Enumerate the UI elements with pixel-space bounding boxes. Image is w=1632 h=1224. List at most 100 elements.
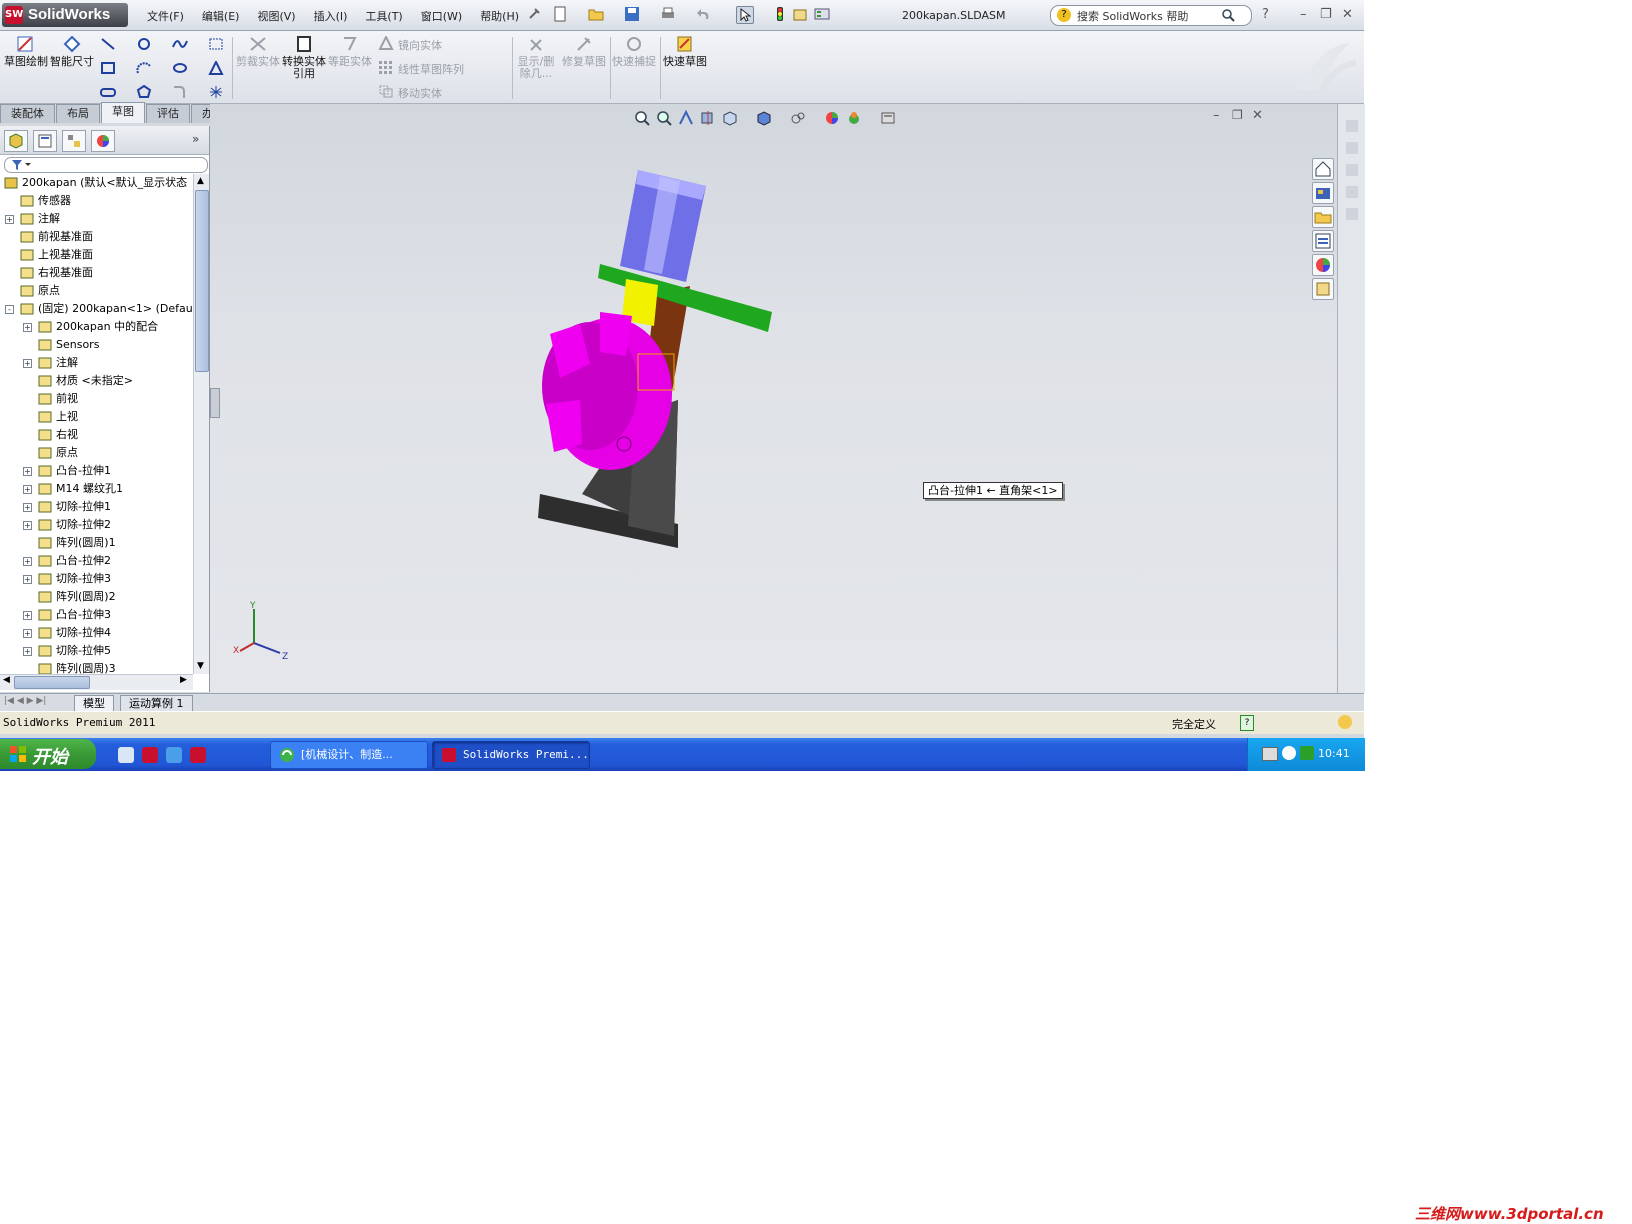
view-settings-icon[interactable] [880, 110, 896, 126]
tree-item[interactable]: + 切除-拉伸2 [0, 516, 193, 534]
trim-entities-button[interactable]: 剪裁实体 [236, 34, 280, 68]
search-icon[interactable] [1221, 8, 1235, 22]
expand-icon[interactable]: + [23, 503, 32, 512]
slot-icon[interactable] [100, 85, 116, 99]
restore-icon[interactable]: ❐ [1320, 7, 1332, 22]
hide-show-items-icon[interactable] [790, 110, 806, 126]
offset-entities-button[interactable]: 等距实体 [328, 34, 372, 68]
mirror-icon[interactable] [378, 34, 394, 50]
tab-motion-study[interactable]: 运动算例 1 [120, 695, 193, 712]
menu-help[interactable]: 帮助(H) [471, 8, 528, 24]
taskbar-item-solidworks[interactable]: SolidWorks Premi... [432, 741, 590, 769]
quick-snaps-button[interactable]: 快速捕捉 [612, 34, 656, 68]
tree-item[interactable]: + 切除-拉伸3 [0, 570, 193, 588]
tree-item[interactable]: + 凸台-拉伸2 [0, 552, 193, 570]
circle-icon[interactable] [136, 37, 152, 51]
pin-icon[interactable] [526, 6, 542, 22]
solidworks-quicklaunch-icon[interactable] [142, 747, 158, 763]
chuck-jaw-2[interactable] [546, 400, 582, 452]
help-search-box[interactable]: ? [1050, 5, 1252, 26]
tab-layout[interactable]: 布局 [56, 104, 100, 123]
tree-item[interactable]: 上视 [0, 408, 193, 426]
sketch-button[interactable]: 草图绘制 [4, 34, 48, 68]
tree-item[interactable]: 阵列(圆周)3 [0, 660, 193, 674]
new-document-icon[interactable] [552, 6, 568, 22]
tree-item[interactable]: 右视 [0, 426, 193, 444]
section-view-icon[interactable] [700, 110, 716, 126]
rebuild-traffic-light-icon[interactable] [772, 6, 788, 22]
tree-item[interactable]: Sensors [0, 336, 193, 354]
scroll-right-icon[interactable]: ▶ [180, 675, 187, 685]
help-menu-icon[interactable]: ? [1262, 7, 1269, 22]
tree-item[interactable]: + 切除-拉伸1 [0, 498, 193, 516]
tree-item[interactable]: + M14 螺纹孔1 [0, 480, 193, 498]
assembly-model[interactable] [510, 164, 810, 564]
menu-edit[interactable]: 编辑(E) [193, 8, 249, 24]
tree-item[interactable]: - (固定) 200kapan<1> (Defau [0, 300, 193, 318]
minimize-icon[interactable]: – [1300, 7, 1307, 22]
scroll-down-icon[interactable]: ▼ [197, 661, 204, 671]
tree-item[interactable]: 上视基准面 [0, 246, 193, 264]
tree-item[interactable]: + 凸台-拉伸3 [0, 606, 193, 624]
graphics-area[interactable]: – ❐ ✕ 凸台-拉伸1 ← 直角架<1> Y Z X [210, 104, 1337, 693]
expand-icon[interactable]: + [23, 575, 32, 584]
expand-icon[interactable]: + [23, 485, 32, 494]
expand-panel-icon[interactable]: » [192, 132, 199, 146]
display-delete-relations-button[interactable]: 显示/删除几... [514, 34, 558, 80]
solidworks-explorer-icon[interactable] [190, 747, 206, 763]
tree-item[interactable]: + 凸台-拉伸1 [0, 462, 193, 480]
scroll-thumb[interactable] [195, 190, 209, 372]
design-library-icon[interactable] [1312, 182, 1334, 204]
property-manager-tab-icon[interactable] [33, 130, 57, 152]
menu-tools[interactable]: 工具(T) [356, 8, 411, 24]
tab-sketch[interactable]: 草图 [101, 102, 145, 123]
tree-item[interactable]: + 切除-拉伸4 [0, 624, 193, 642]
linear-pattern-icon[interactable] [378, 60, 394, 74]
start-button[interactable]: 开始 [0, 739, 96, 769]
collapse-icon[interactable]: - [5, 305, 14, 314]
custom-properties-icon[interactable] [1312, 278, 1334, 300]
tree-vertical-scrollbar[interactable]: ▲ ▼ [193, 174, 209, 674]
move-entities-icon[interactable] [378, 84, 394, 98]
tab-nav-arrows-icon[interactable]: |◀ ◀ ▶ ▶| [4, 696, 46, 706]
tree-item[interactable]: + 注解 [0, 354, 193, 372]
tab-model[interactable]: 模型 [74, 695, 114, 712]
polygon-icon[interactable] [136, 84, 152, 99]
panel-collapse-handle[interactable] [210, 388, 220, 418]
status-help-icon[interactable]: ? [1240, 715, 1254, 731]
viewport-minimize-icon[interactable]: – [1213, 108, 1220, 123]
tree-item[interactable]: 原点 [0, 282, 193, 300]
mirror-label[interactable]: 镜向实体 [398, 37, 442, 53]
text-icon[interactable] [208, 59, 224, 75]
menu-file[interactable]: 文件(F) [138, 8, 193, 24]
display-manager-tab-icon[interactable] [91, 130, 115, 152]
help-search-input[interactable] [1075, 7, 1219, 24]
solidworks-logo[interactable]: SW SolidWorks [2, 3, 128, 27]
edit-appearance-icon[interactable] [824, 110, 840, 126]
menu-window[interactable]: 窗口(W) [412, 8, 471, 24]
zoom-to-fit-icon[interactable] [634, 110, 650, 126]
expand-icon[interactable]: + [23, 467, 32, 476]
internet-explorer-icon[interactable] [166, 747, 182, 763]
tree-item[interactable]: 传感器 [0, 192, 193, 210]
zoom-to-area-icon[interactable] [656, 110, 672, 126]
linear-pattern-label[interactable]: 线性草图阵列 [398, 61, 464, 77]
home-icon[interactable] [1312, 158, 1334, 180]
open-folder-icon[interactable] [588, 6, 604, 22]
tab-evaluate[interactable]: 评估 [146, 104, 190, 123]
arc-icon[interactable] [136, 61, 152, 75]
feature-tree-tab-icon[interactable] [4, 130, 28, 152]
display-style-icon[interactable] [756, 110, 772, 126]
options-icon[interactable] [814, 6, 830, 22]
expand-icon[interactable]: + [23, 521, 32, 530]
expand-icon[interactable]: + [23, 647, 32, 656]
expand-icon[interactable]: + [23, 557, 32, 566]
undo-icon[interactable] [696, 6, 712, 22]
tree-item[interactable]: + 注解 [0, 210, 193, 228]
tray-arrow-icon[interactable] [1282, 746, 1296, 760]
spline-icon[interactable] [172, 37, 188, 51]
tree-item[interactable]: 前视基准面 [0, 228, 193, 246]
show-desktop-icon[interactable] [118, 747, 134, 763]
tree-item[interactable]: 阵列(圆周)2 [0, 588, 193, 606]
ellipse-icon[interactable] [172, 61, 188, 75]
